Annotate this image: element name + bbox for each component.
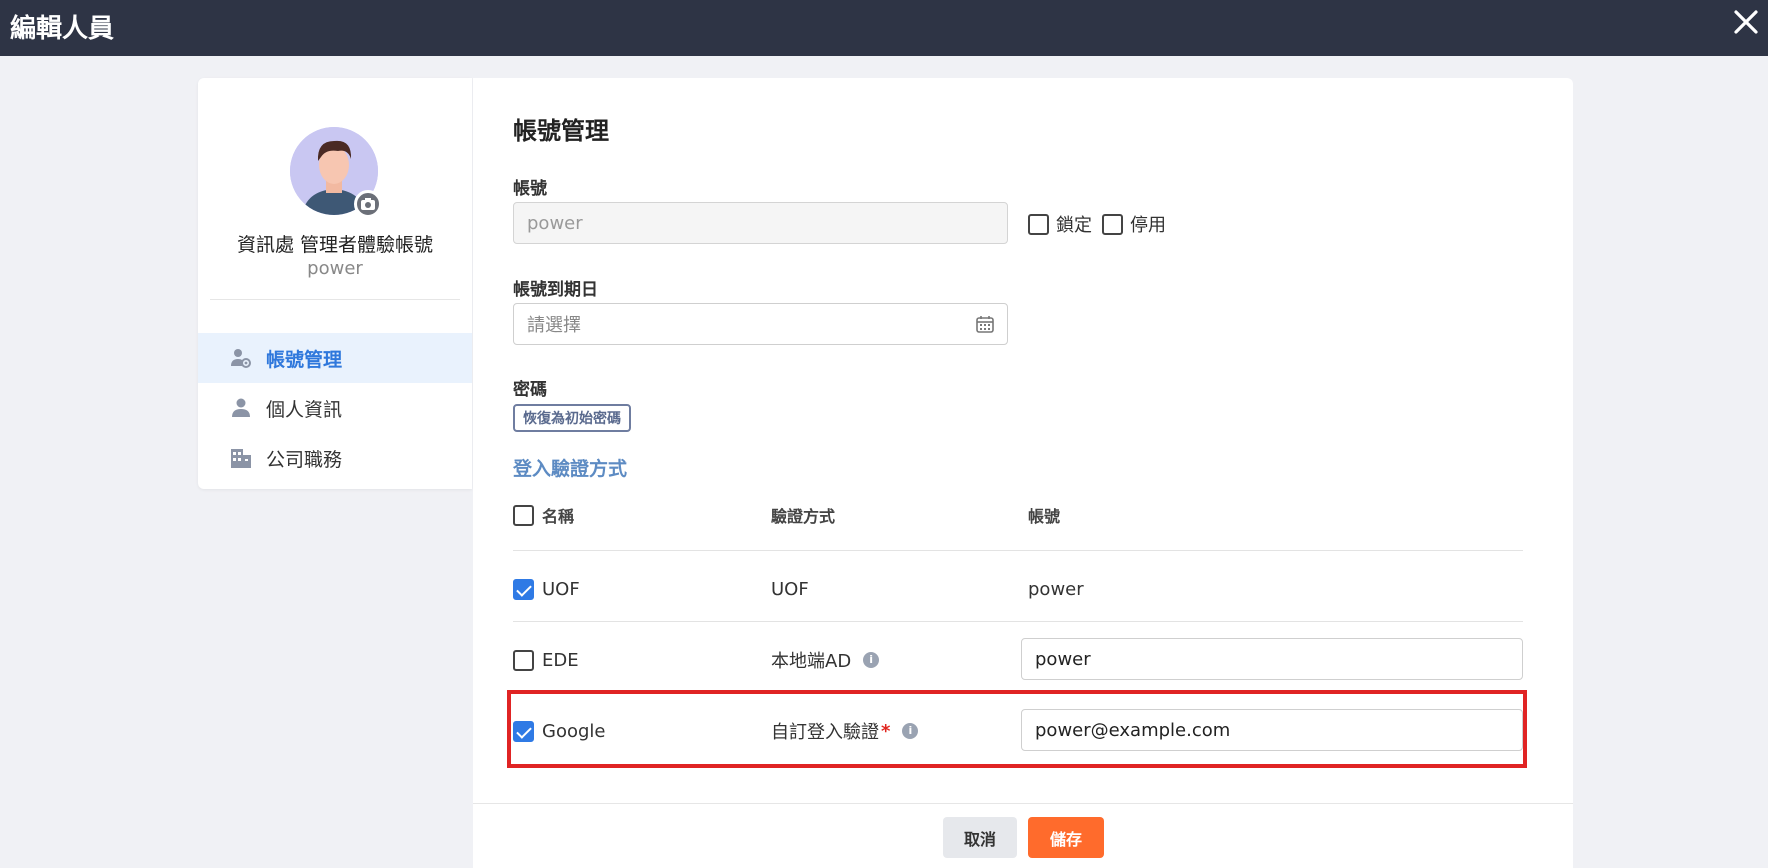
save-button[interactable]: 儲存	[1028, 817, 1104, 858]
password-label: 密碼	[513, 380, 547, 400]
lock-checkbox[interactable]	[1028, 213, 1049, 235]
expiry-date-input[interactable]: 請選擇	[513, 303, 1008, 345]
row-name: Google	[542, 720, 606, 742]
sidebar-item-company-position[interactable]: 公司職務	[198, 433, 472, 483]
sidebar-item-label: 公司職務	[266, 448, 343, 471]
row-checkbox-google[interactable]	[513, 720, 534, 742]
sidebar-item-label: 帳號管理	[266, 348, 343, 371]
user-icon	[230, 397, 252, 419]
row-name: EDE	[542, 649, 579, 671]
required-marker: *	[881, 720, 891, 742]
section-title: 帳號管理	[513, 117, 609, 145]
account-label: 帳號	[513, 179, 547, 199]
expiry-label: 帳號到期日	[513, 280, 598, 300]
sidebar-item-account-management[interactable]: 帳號管理	[198, 333, 472, 383]
row-method-uof: UOF	[771, 578, 809, 600]
row-checkbox-ede[interactable]	[513, 649, 534, 671]
expiry-date-placeholder: 請選擇	[527, 315, 581, 336]
row-account-uof: power	[1028, 578, 1084, 600]
table-row-uof-name[interactable]: UOF	[513, 574, 580, 604]
disable-checkbox-group[interactable]: 停用	[1102, 211, 1166, 237]
login-auth-title: 登入驗證方式	[513, 458, 628, 480]
lock-checkbox-group[interactable]: 鎖定	[1028, 211, 1092, 237]
building-icon	[230, 447, 252, 469]
column-header-method: 驗證方式	[771, 507, 836, 526]
cancel-button[interactable]: 取消	[943, 817, 1017, 858]
camera-icon[interactable]	[354, 190, 382, 218]
close-icon[interactable]	[1728, 4, 1764, 40]
row-method-label: 本地端AD	[771, 651, 852, 672]
sidebar-divider	[210, 299, 460, 300]
row-divider	[513, 550, 1523, 551]
reset-password-button[interactable]: 恢復為初始密碼	[513, 404, 631, 432]
profile-account: power	[307, 258, 363, 279]
row-method-label: 自訂登入驗證	[771, 722, 879, 743]
sidebar-item-label: 個人資訊	[266, 398, 343, 421]
user-gear-icon	[230, 347, 252, 369]
disable-label: 停用	[1130, 215, 1166, 236]
row-name: UOF	[542, 578, 580, 600]
table-row-google-name[interactable]: Google	[513, 716, 605, 746]
account-field-value: power	[527, 212, 583, 234]
disable-checkbox[interactable]	[1102, 213, 1123, 235]
lock-label: 鎖定	[1056, 215, 1092, 236]
window-titlebar: 編輯人員	[0, 0, 1768, 56]
row-account-input-ede[interactable]: power	[1021, 638, 1523, 680]
select-all-checkbox[interactable]	[513, 504, 534, 526]
row-account-value: power@example.com	[1035, 719, 1231, 741]
account-management-panel: 帳號管理 帳號 power 鎖定 停用 帳號到期日 請選擇 密碼 恢復為初始密碼…	[473, 78, 1573, 868]
column-header-name-label: 名稱	[542, 507, 575, 526]
info-icon[interactable]: i	[863, 652, 880, 668]
sidebar-item-personal-info[interactable]: 個人資訊	[198, 383, 472, 433]
profile-sidebar: 資訊處 管理者體驗帳號 power 帳號管理 個人資訊 公司職務	[198, 78, 472, 489]
table-row-ede-name[interactable]: EDE	[513, 645, 579, 675]
column-header-name: 名稱	[513, 503, 574, 527]
info-icon[interactable]: i	[902, 723, 919, 739]
profile-display-name: 資訊處 管理者體驗帳號	[236, 234, 434, 256]
column-header-account: 帳號	[1028, 507, 1061, 526]
row-method-google: 自訂登入驗證 * i	[771, 716, 919, 746]
row-account-value: power	[1035, 648, 1091, 670]
window-title: 編輯人員	[10, 14, 115, 44]
row-checkbox-uof[interactable]	[513, 578, 534, 600]
row-account-input-google[interactable]: power@example.com	[1021, 709, 1523, 751]
row-method-ede: 本地端AD i	[771, 645, 880, 675]
calendar-icon[interactable]	[975, 314, 995, 334]
account-field: power	[513, 202, 1008, 244]
row-divider	[513, 621, 1523, 622]
footer-divider	[473, 803, 1573, 804]
